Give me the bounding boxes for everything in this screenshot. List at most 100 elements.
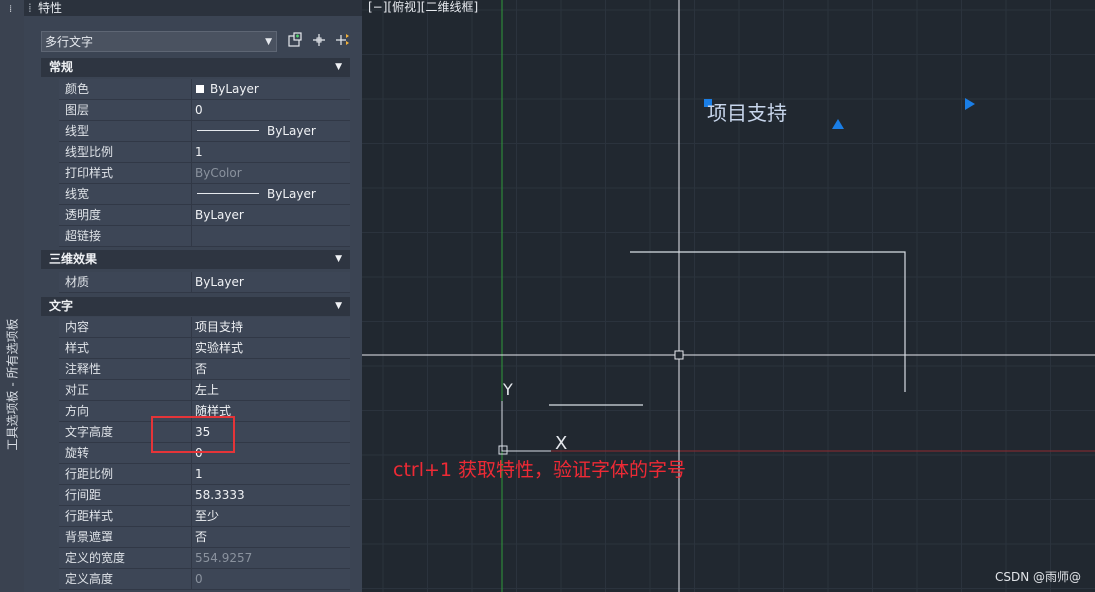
property-value[interactable]: 否 [192, 359, 350, 379]
property-row[interactable]: 超链接 [59, 226, 350, 247]
linetype-preview-icon [197, 193, 259, 194]
property-value[interactable]: ByLayer [192, 79, 350, 99]
property-name: 颜色 [59, 79, 192, 99]
property-row[interactable]: 材质 ByLayer [59, 272, 350, 293]
property-name: 行间距 [59, 485, 192, 505]
mtext-width-grip [965, 98, 975, 110]
ucs-icon-axes [501, 401, 551, 452]
property-value-text: 至少 [195, 509, 220, 523]
quick-select-button[interactable] [310, 32, 328, 50]
object-type-dropdown[interactable]: 多行文字 ▼ [41, 31, 277, 52]
property-name: 打印样式 [59, 163, 192, 183]
color-swatch-icon [196, 85, 204, 93]
property-value-text: 58.3333 [195, 488, 245, 502]
property-value[interactable]: 实验样式 [192, 338, 350, 358]
collapse-chevron-icon[interactable]: ▼ [335, 58, 342, 77]
property-value[interactable]: 1 [192, 142, 350, 162]
mtext-object[interactable]: 项目支持 [707, 100, 787, 126]
property-name: 线型比例 [59, 142, 192, 162]
object-type-value: 多行文字 [45, 35, 94, 49]
property-value[interactable]: 项目支持 [192, 317, 350, 337]
property-name: 注释性 [59, 359, 192, 379]
grip-icon[interactable]: ⁞ [9, 4, 12, 15]
drag-grip-icon[interactable]: ⁞ [28, 0, 38, 16]
drawing-geometry [362, 0, 1095, 592]
property-name: 背景遮罩 [59, 527, 192, 547]
property-value-text: 1 [195, 467, 203, 481]
ucs-y-label: Y [503, 380, 513, 399]
annotation-text: ctrl+1 获取特性，验证字体的字号 [393, 459, 687, 481]
property-value[interactable] [192, 226, 350, 246]
property-value-text: ByLayer [195, 208, 244, 222]
section-title: 三维效果 [49, 252, 98, 266]
property-name: 行距比例 [59, 464, 192, 484]
property-value[interactable]: 58.3333 [192, 485, 350, 505]
property-row[interactable]: 行间距 58.3333 [59, 485, 350, 506]
property-name: 线型 [59, 121, 192, 141]
property-value-text: 否 [195, 530, 208, 544]
property-value[interactable]: 至少 [192, 506, 350, 526]
property-value[interactable]: ByLayer [192, 205, 350, 225]
property-value[interactable]: 0 [192, 569, 350, 589]
property-row[interactable]: 内容 项目支持 [59, 317, 350, 338]
property-row[interactable]: 定义高度 0 [59, 569, 350, 590]
property-row[interactable]: 线型 ByLayer [59, 121, 350, 142]
tool-palettes-side-tab[interactable]: ⁞ 工具选项板 - 所有选项板 [0, 0, 25, 592]
property-value[interactable]: 554.9257 [192, 548, 350, 568]
property-value-text: 0 [195, 572, 203, 586]
property-value[interactable]: ByColor [192, 163, 350, 183]
cursor-pickbox [674, 350, 684, 360]
property-name: 透明度 [59, 205, 192, 225]
property-value[interactable]: 左上 [192, 380, 350, 400]
toggle-pickadd-button[interactable] [334, 32, 352, 50]
ucs-origin-box [498, 445, 508, 455]
property-value-text: 1 [195, 145, 203, 159]
property-name: 定义的宽度 [59, 548, 192, 568]
collapse-chevron-icon[interactable]: ▼ [335, 250, 342, 269]
property-row[interactable]: 样式 实验样式 [59, 338, 350, 359]
section-header[interactable]: 三维效果 ▼ [41, 250, 350, 269]
mtext-height-grip [832, 119, 844, 129]
collapse-chevron-icon[interactable]: ▼ [335, 297, 342, 316]
quick-select-icon [313, 34, 325, 46]
toggle-pickadd-icon [336, 34, 349, 45]
property-row[interactable]: 注释性否 [59, 359, 350, 380]
property-row[interactable]: 线宽 ByLayer [59, 184, 350, 205]
property-value[interactable]: 0 [192, 100, 350, 120]
property-row[interactable]: 透明度 ByLayer [59, 205, 350, 226]
property-name: 线宽 [59, 184, 192, 204]
property-row[interactable]: 行距比例 1 [59, 464, 350, 485]
property-name: 超链接 [59, 226, 192, 246]
properties-palette: ⁞ 特性 多行文字 ▼ 常规 ▼ 颜色 ByLayer 图层 0 线型 ByLayer 线型比例 1… [24, 0, 362, 592]
drawing-canvas[interactable]: [−][俯视][二维线框] 项目支持 Y X ctrl+1 获取特性，验证字体的… [362, 0, 1095, 592]
property-row[interactable]: 打印样式 ByColor [59, 163, 350, 184]
property-value[interactable]: ByLayer [192, 121, 350, 141]
property-value-text: 项目支持 [195, 320, 244, 334]
property-value[interactable]: ByLayer [192, 184, 350, 204]
palette-title-bar[interactable]: ⁞ 特性 [24, 0, 362, 16]
property-row[interactable]: 行距样式 至少 [59, 506, 350, 527]
property-value[interactable]: 1 [192, 464, 350, 484]
watermark: CSDN @雨师@ [994, 570, 1081, 584]
property-name: 材质 [59, 272, 192, 292]
property-row[interactable]: 定义的宽度 554.9257 [59, 548, 350, 569]
property-value-text: 554.9257 [195, 551, 253, 565]
viewport-controls[interactable]: [−][俯视][二维线框] [368, 0, 478, 14]
section-header[interactable]: 常规 ▼ [41, 58, 350, 77]
property-value[interactable]: ByLayer [192, 272, 350, 292]
property-value-text: ByLayer [267, 187, 316, 201]
property-value-text: 否 [195, 362, 208, 376]
property-value-text: ByLayer [210, 82, 259, 96]
property-row[interactable]: 线型比例 1 [59, 142, 350, 163]
property-row[interactable]: 图层 0 [59, 100, 350, 121]
property-value[interactable]: 否 [192, 527, 350, 547]
property-row[interactable]: 颜色 ByLayer [59, 79, 350, 100]
property-value-text: ByLayer [267, 124, 316, 138]
property-name: 对正 [59, 380, 192, 400]
property-row[interactable]: 背景遮罩否 [59, 527, 350, 548]
property-value-text: ByLayer [195, 275, 244, 289]
highlight-box [151, 416, 235, 453]
section-header[interactable]: 文字 ▼ [41, 297, 350, 316]
select-objects-button[interactable] [286, 32, 304, 50]
property-row[interactable]: 对正 左上 [59, 380, 350, 401]
